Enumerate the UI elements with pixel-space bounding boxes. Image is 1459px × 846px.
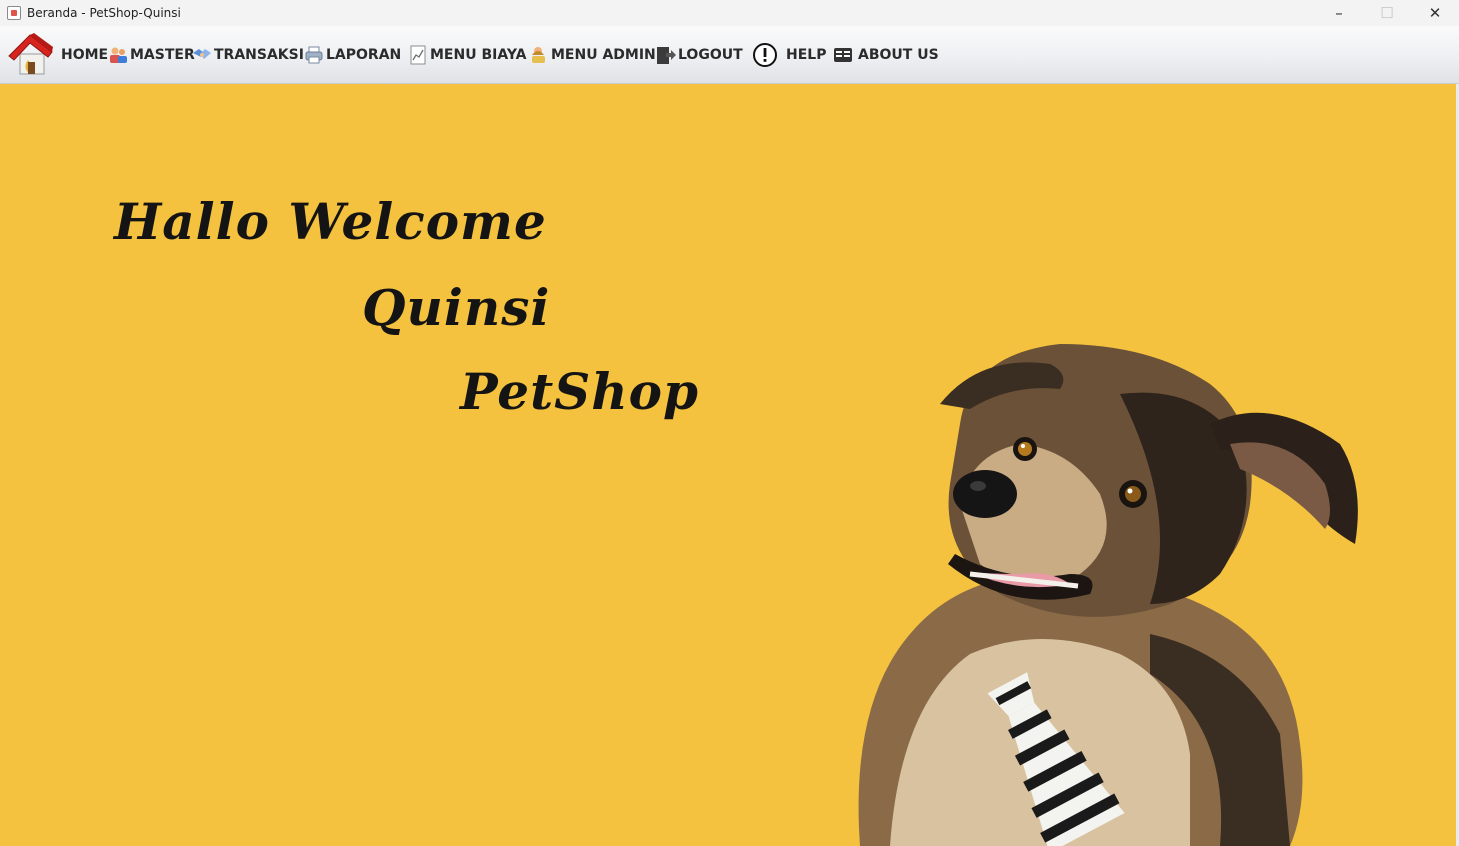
menu-admin-label: MENU ADMIN bbox=[551, 47, 656, 63]
menu-about-label: ABOUT US bbox=[858, 47, 939, 63]
menu-laporan-label: LAPORAN bbox=[326, 47, 402, 63]
menu-biaya[interactable]: MENU BIAYA bbox=[408, 40, 526, 70]
menu-help-label: HELP bbox=[786, 47, 827, 63]
menu-logout[interactable]: LOGOUT bbox=[656, 40, 743, 70]
house-red-roof-icon[interactable] bbox=[6, 32, 56, 76]
menu-bar: HOME MASTER TRANSAKSI LAPORAN MENU BIAYA… bbox=[0, 26, 1459, 84]
menu-home-label: HOME bbox=[61, 47, 109, 63]
app-window: Beranda - PetShop-Quinsi – ☐ ✕ HOME MAST… bbox=[0, 0, 1459, 846]
menu-biaya-label: MENU BIAYA bbox=[430, 47, 527, 63]
menu-laporan[interactable]: LAPORAN bbox=[304, 40, 401, 70]
printer-icon bbox=[305, 46, 323, 64]
menu-help[interactable]: HELP bbox=[752, 40, 826, 70]
menu-master-label: MASTER bbox=[130, 47, 195, 63]
welcome-line-quinsi: Quinsi bbox=[362, 278, 551, 337]
welcome-line-petshop: PetShop bbox=[460, 362, 699, 421]
java-app-icon bbox=[7, 6, 21, 20]
minimize-button[interactable]: – bbox=[1315, 0, 1363, 26]
admin-user-icon bbox=[532, 47, 545, 63]
maximize-button[interactable]: ☐ bbox=[1363, 0, 1411, 26]
window-controls: – ☐ ✕ bbox=[1315, 0, 1459, 26]
title-bar: Beranda - PetShop-Quinsi – ☐ ✕ bbox=[0, 0, 1459, 26]
menu-master[interactable]: MASTER bbox=[108, 40, 195, 70]
id-card-icon bbox=[834, 48, 852, 62]
window-title: Beranda - PetShop-Quinsi bbox=[27, 6, 181, 20]
menu-logout-label: LOGOUT bbox=[678, 47, 743, 63]
logout-door-icon bbox=[657, 47, 676, 64]
menu-about[interactable]: ABOUT US bbox=[833, 40, 939, 70]
dog-with-striped-tie-image bbox=[858, 344, 1358, 846]
menu-transaksi-label: TRANSAKSI bbox=[214, 47, 304, 63]
menu-home[interactable]: HOME bbox=[61, 40, 108, 70]
chart-icon bbox=[410, 45, 426, 65]
welcome-panel: Hallo Welcome Quinsi PetShop bbox=[0, 84, 1456, 846]
menu-transaksi[interactable]: TRANSAKSI bbox=[192, 40, 304, 70]
close-button[interactable]: ✕ bbox=[1411, 0, 1459, 26]
handshake-icon bbox=[193, 49, 211, 59]
welcome-line-hallo: Hallo Welcome bbox=[114, 192, 547, 251]
exclamation-circle-icon bbox=[753, 43, 777, 67]
menu-admin[interactable]: MENU ADMIN bbox=[529, 40, 656, 70]
people-icon bbox=[110, 47, 127, 63]
